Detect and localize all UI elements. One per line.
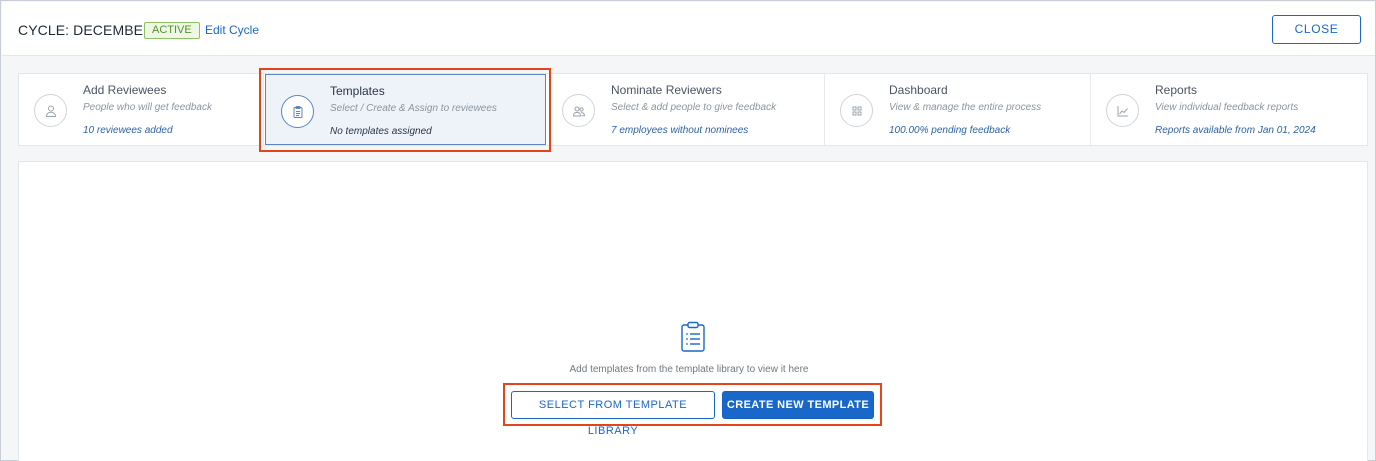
step-description: View individual feedback reports: [1155, 102, 1299, 113]
clipboard-list-icon: [680, 321, 706, 353]
status-badge: ACTIVE: [144, 22, 200, 39]
app-window: CYCLE: DECEMBER ACTIVE Edit Cycle CLOSE …: [0, 0, 1376, 461]
cycle-title: CYCLE: DECEMBER: [18, 22, 154, 38]
step-description: View & manage the entire process: [889, 102, 1042, 113]
cycle-steps: Add Reviewees People who will get feedba…: [18, 73, 1368, 146]
step-name: Templates: [330, 84, 385, 98]
person-icon: [34, 94, 67, 127]
people-icon: [562, 94, 595, 127]
step-name: Dashboard: [889, 83, 948, 97]
step-templates[interactable]: Templates Select / Create & Assign to re…: [265, 74, 546, 145]
empty-state-message: Add templates from the template library …: [569, 364, 809, 375]
step-description: People who will get feedback: [83, 102, 212, 113]
cycle-header: CYCLE: DECEMBER ACTIVE Edit Cycle CLOSE: [2, 2, 1375, 56]
step-nominate-reviewers[interactable]: Nominate Reviewers Select & add people t…: [547, 74, 825, 145]
step-dashboard[interactable]: Dashboard View & manage the entire proce…: [825, 74, 1091, 145]
step-description: Select / Create & Assign to reviewees: [330, 103, 497, 114]
step-reports[interactable]: Reports View individual feedback reports…: [1091, 74, 1367, 145]
create-new-template-button[interactable]: CREATE NEW TEMPLATE: [722, 391, 874, 419]
step-add-reviewees[interactable]: Add Reviewees People who will get feedba…: [19, 74, 264, 145]
step-status: Reports available from Jan 01, 2024: [1155, 125, 1316, 136]
step-name: Reports: [1155, 83, 1198, 97]
step-status: 100.00% pending feedback: [889, 125, 1011, 136]
step-description: Select & add people to give feedback: [611, 102, 777, 113]
select-from-library-button[interactable]: SELECT FROM TEMPLATE LIBRARY: [511, 391, 715, 437]
step-status: 7 employees without nominees: [611, 125, 749, 136]
clipboard-icon: [281, 95, 314, 128]
step-status: No templates assigned: [330, 126, 432, 137]
grid-icon: [840, 94, 873, 127]
chart-icon: [1106, 94, 1139, 127]
step-status: 10 reviewees added: [83, 125, 173, 136]
step-name: Nominate Reviewers: [611, 83, 722, 97]
step-name: Add Reviewees: [83, 83, 167, 97]
close-button[interactable]: CLOSE: [1272, 15, 1361, 44]
edit-cycle-link[interactable]: Edit Cycle: [205, 23, 259, 37]
